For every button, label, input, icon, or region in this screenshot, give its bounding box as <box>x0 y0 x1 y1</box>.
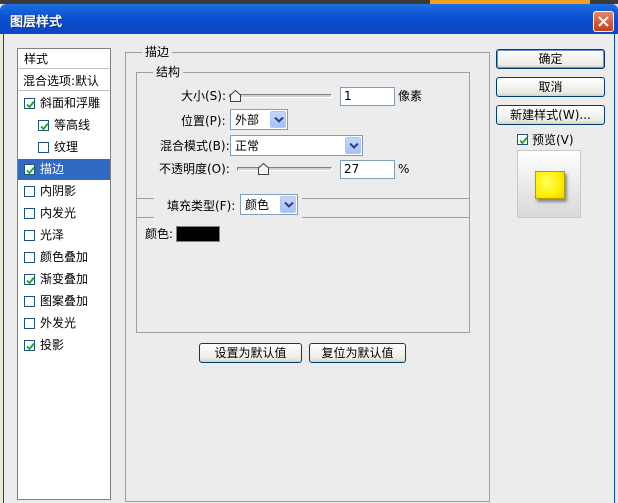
style-list-item[interactable]: 外发光 <box>18 313 110 334</box>
style-list-item[interactable]: 内发光 <box>18 203 110 224</box>
chevron-down-icon <box>274 117 284 123</box>
new-style-button[interactable]: 新建样式(W)... <box>496 105 605 125</box>
preview-checkbox-row[interactable]: 预览(V) <box>517 131 597 149</box>
style-list: 样式 混合选项:默认 斜面和浮雕等高线纹理描边内阴影内发光光泽颜色叠加渐变叠加图… <box>17 48 111 500</box>
fill-type-value: 颜色 <box>245 198 270 212</box>
style-list-item[interactable]: 光泽 <box>18 225 110 246</box>
style-checkbox[interactable] <box>24 208 35 219</box>
blend-mode-value: 正常 <box>235 139 260 153</box>
style-checkbox[interactable] <box>24 318 35 329</box>
ok-button[interactable]: 确定 <box>496 49 605 69</box>
style-list-item-label: 光泽 <box>40 228 65 242</box>
style-checkbox[interactable] <box>24 230 35 241</box>
reset-default-button[interactable]: 复位为默认值 <box>309 343 406 363</box>
style-list-item-label: 颜色叠加 <box>40 250 89 264</box>
opacity-slider-track[interactable] <box>237 167 332 171</box>
style-list-item-label: 内发光 <box>40 206 77 220</box>
chevron-down-icon <box>349 143 359 149</box>
style-checkbox[interactable] <box>24 252 35 263</box>
preview-label: 预览(V) <box>532 133 574 147</box>
checkmark-icon <box>26 276 35 285</box>
style-list-item[interactable]: 等高线 <box>18 115 110 136</box>
style-list-item-label: 投影 <box>40 338 65 352</box>
structure-group-title: 结构 <box>153 65 184 79</box>
checkmark-icon <box>40 122 49 131</box>
style-checkbox[interactable] <box>24 186 35 197</box>
preview-checkbox[interactable] <box>517 134 528 145</box>
style-list-item-label: 等高线 <box>54 118 91 132</box>
style-checkbox[interactable] <box>38 142 49 153</box>
opacity-input[interactable]: 27 <box>340 160 395 179</box>
checkmark-icon <box>26 342 35 351</box>
style-checkbox[interactable] <box>24 164 35 175</box>
style-list-item-label: 纹理 <box>54 140 79 154</box>
style-list-item[interactable]: 颜色叠加 <box>18 247 110 268</box>
style-list-item-label: 内阴影 <box>40 184 77 198</box>
position-select[interactable]: 外部 <box>230 109 288 130</box>
opacity-label: 不透明度(O): <box>159 162 230 176</box>
style-list-item[interactable]: 内阴影 <box>18 181 110 202</box>
window-title: 图层样式 <box>10 15 63 30</box>
chevron-down-icon <box>284 202 294 208</box>
blend-mode-dropdown-arrow[interactable] <box>345 137 361 154</box>
set-default-button[interactable]: 设置为默认值 <box>199 343 302 363</box>
preview-swatch <box>535 171 565 199</box>
style-list-item[interactable]: 图案叠加 <box>18 291 110 312</box>
style-checkbox[interactable] <box>38 120 49 131</box>
color-label: 颜色: <box>145 227 174 241</box>
color-swatch[interactable] <box>176 226 220 242</box>
style-list-item[interactable]: 描边 <box>18 159 110 180</box>
close-button[interactable] <box>593 11 614 32</box>
blend-mode-label: 混合模式(B): <box>160 139 230 153</box>
checkmark-icon <box>26 166 35 175</box>
size-unit: 像素 <box>398 89 423 103</box>
stroke-group-title: 描边 <box>142 45 173 59</box>
size-slider-track[interactable] <box>229 94 332 98</box>
preview-thumbnail <box>517 150 581 218</box>
position-label: 位置(P): <box>181 114 226 128</box>
style-list-item-label: 描边 <box>40 162 65 176</box>
style-checkbox[interactable] <box>24 296 35 307</box>
blend-options-item[interactable]: 混合选项:默认 <box>18 71 110 91</box>
blend-mode-select[interactable]: 正常 <box>230 135 363 156</box>
style-list-item[interactable]: 斜面和浮雕 <box>18 93 110 114</box>
dialog-body: 样式 混合选项:默认 斜面和浮雕 等高线 纹理 描边 内阴影 内发光 光泽 颜色叠加 渐变叠加图… <box>3 34 615 503</box>
style-list-item-label: 斜面和浮雕 <box>40 96 101 110</box>
checkmark-icon <box>519 136 528 145</box>
fill-type-select[interactable]: 颜色 <box>240 194 298 215</box>
style-list-header[interactable]: 样式 <box>18 49 110 69</box>
style-checkbox[interactable] <box>24 274 35 285</box>
opacity-unit: % <box>398 162 410 176</box>
style-checkbox[interactable] <box>24 340 35 351</box>
size-label: 大小(S): <box>181 89 227 103</box>
checkmark-icon <box>26 100 35 109</box>
title-bar[interactable]: 图层样式 <box>0 4 618 34</box>
cancel-button[interactable]: 取消 <box>496 77 605 97</box>
style-list-item[interactable]: 渐变叠加 <box>18 269 110 290</box>
position-dropdown-arrow[interactable] <box>270 111 286 128</box>
style-list-item-label: 渐变叠加 <box>40 272 89 286</box>
size-slider-thumb[interactable] <box>230 90 241 102</box>
opacity-slider-thumb[interactable] <box>257 163 269 175</box>
style-list-item-label: 图案叠加 <box>40 294 89 308</box>
style-list-item[interactable]: 投影 <box>18 335 110 356</box>
position-value: 外部 <box>235 113 260 127</box>
style-checkbox[interactable] <box>24 98 35 109</box>
fill-type-dropdown-arrow[interactable] <box>280 196 296 213</box>
size-input[interactable]: 1 <box>340 87 395 106</box>
style-list-item[interactable]: 纹理 <box>18 137 110 158</box>
style-list-item-label: 外发光 <box>40 316 77 330</box>
close-icon <box>598 16 609 27</box>
fill-type-label: 填充类型(F): <box>167 199 236 213</box>
